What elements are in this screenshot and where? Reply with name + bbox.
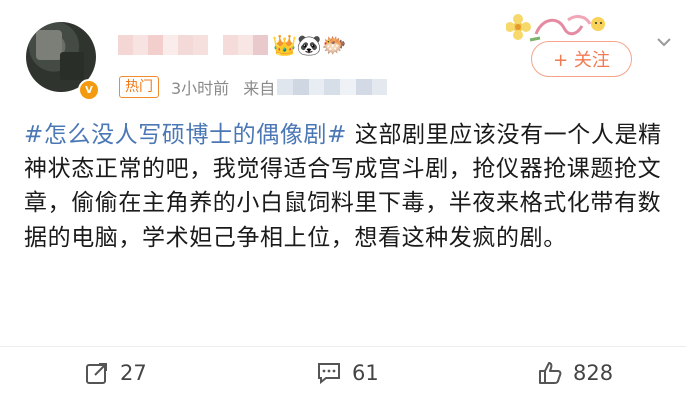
post-content: #怎么没人写硕博士的偶像剧# 这部剧里应该没有一个人是精神状态正常的吧，我觉得适… — [24, 118, 674, 255]
topic-link[interactable]: #怎么没人写硕博士的偶像剧# — [24, 122, 347, 148]
post-time: 3小时前 — [171, 79, 230, 98]
username-mosaic — [118, 35, 268, 55]
avatar-pixel-block — [36, 30, 62, 60]
chevron-down-icon[interactable] — [656, 34, 672, 50]
verified-badge-icon: V — [78, 79, 100, 101]
repost-count: 27 — [120, 361, 147, 385]
repost-button[interactable]: 27 — [84, 360, 147, 386]
avatar-pixel-block — [60, 52, 84, 80]
source-mosaic — [277, 79, 388, 95]
like-button[interactable]: 828 — [537, 360, 613, 386]
follow-button[interactable]: + 关注 — [531, 41, 632, 77]
user-badges: 👑🐼🐡 — [272, 33, 347, 57]
comment-icon — [318, 363, 340, 385]
post-meta: 热门 3小时前 来自 — [119, 75, 388, 99]
like-count: 828 — [573, 361, 614, 385]
decorative-sticker-icon — [506, 14, 605, 42]
hot-tag[interactable]: 热门 — [119, 76, 159, 98]
username[interactable]: 👑🐼🐡 — [118, 34, 347, 56]
source-prefix: 来自 — [243, 79, 276, 98]
repost-icon — [86, 363, 107, 384]
comment-count: 61 — [352, 361, 379, 385]
weibo-post-card: V 👑🐼🐡 热门 3小时前 来自 + 关注 #怎么没人写硕博士的偶像剧# 这部剧… — [0, 0, 686, 409]
like-icon — [539, 362, 562, 384]
divider — [0, 346, 686, 347]
comment-button[interactable]: 61 — [316, 360, 379, 386]
